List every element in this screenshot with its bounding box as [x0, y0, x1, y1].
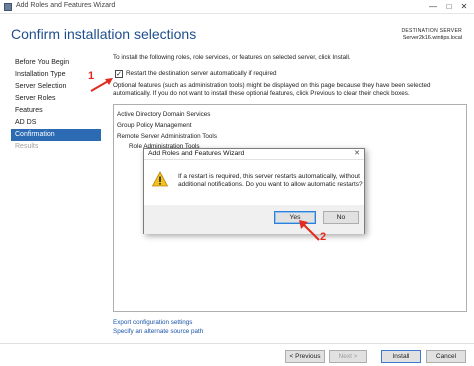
- wizard-header: Confirm installation selections DESTINAT…: [0, 15, 474, 48]
- optional-note-line-1: Optional features (such as administratio…: [113, 82, 431, 89]
- nav-item-results: Results: [15, 143, 39, 150]
- feature-item: Active Directory Domain Services: [117, 111, 211, 118]
- window-title: Add Roles and Features Wizard: [16, 2, 116, 9]
- dialog-close-button[interactable]: ✕: [354, 149, 360, 157]
- dialog-titlebar: Add Roles and Features Wizard ✕: [144, 149, 364, 160]
- next-button: Next >: [329, 350, 367, 363]
- annotation-step-2: 2: [320, 231, 327, 243]
- page-title: Confirm installation selections: [11, 26, 197, 42]
- nav-item-ad-ds[interactable]: AD DS: [11, 117, 101, 129]
- maximize-button[interactable]: □: [442, 1, 456, 12]
- footer-divider: [0, 343, 474, 344]
- app-icon: [4, 3, 12, 11]
- nav-item-confirmation[interactable]: Confirmation: [11, 129, 101, 141]
- dialog-message-line-1: If a restart is required, this server re…: [178, 173, 360, 180]
- cancel-button[interactable]: Cancel: [426, 350, 466, 363]
- dialog-title: Add Roles and Features Wizard: [148, 150, 245, 157]
- close-button[interactable]: ✕: [457, 1, 471, 12]
- optional-note-line-2: automatically. If you do not want to ins…: [113, 90, 410, 97]
- restart-confirmation-dialog: Add Roles and Features Wizard ✕ If a res…: [143, 148, 365, 234]
- optional-features-note: Optional features (such as administratio…: [113, 82, 465, 98]
- alternate-source-link[interactable]: Specify an alternate source path: [113, 328, 203, 337]
- feature-item: Remote Server Administration Tools: [117, 133, 217, 140]
- links-area: Export configuration settings Specify an…: [113, 319, 203, 336]
- intro-text: To install the following roles, role ser…: [113, 54, 351, 61]
- dialog-message: If a restart is required, this server re…: [178, 173, 363, 189]
- nav-item-server-roles[interactable]: Server Roles: [11, 93, 101, 105]
- window-titlebar: Add Roles and Features Wizard — □ ✕: [0, 0, 474, 14]
- destination-server-label: DESTINATION SERVER: [401, 28, 462, 34]
- minimize-button[interactable]: —: [426, 1, 440, 12]
- nav-item-before-you-begin[interactable]: Before You Begin: [11, 57, 101, 69]
- export-configuration-link[interactable]: Export configuration settings: [113, 319, 203, 328]
- confirmation-content: To install the following roles, role ser…: [113, 54, 465, 97]
- no-button[interactable]: No: [323, 211, 359, 224]
- nav-item-features[interactable]: Features: [11, 105, 101, 117]
- feature-item: Group Policy Management: [117, 122, 192, 129]
- dialog-message-line-2: additional notifications. Do you want to…: [178, 181, 363, 188]
- warning-icon: [152, 171, 168, 187]
- destination-server-name: Server2k16.wintips.local: [402, 35, 462, 41]
- annotation-arrow-1-icon: [90, 78, 113, 92]
- install-button[interactable]: Install: [381, 350, 421, 363]
- restart-checkbox[interactable]: ✓: [115, 70, 123, 78]
- previous-button[interactable]: < Previous: [285, 350, 325, 363]
- restart-checkbox-label[interactable]: Restart the destination server automatic…: [126, 70, 277, 77]
